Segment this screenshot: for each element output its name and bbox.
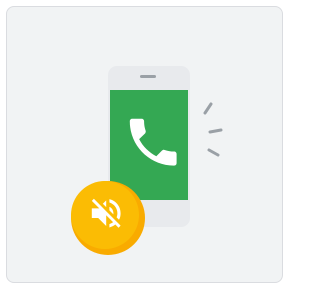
vibration-icon xyxy=(203,102,223,157)
volume-off-badge xyxy=(71,181,145,255)
illustration-canvas xyxy=(71,66,223,255)
mute-illustration-card xyxy=(6,6,283,283)
phone-screen xyxy=(110,90,188,200)
phone-speaker-slot xyxy=(140,75,156,78)
